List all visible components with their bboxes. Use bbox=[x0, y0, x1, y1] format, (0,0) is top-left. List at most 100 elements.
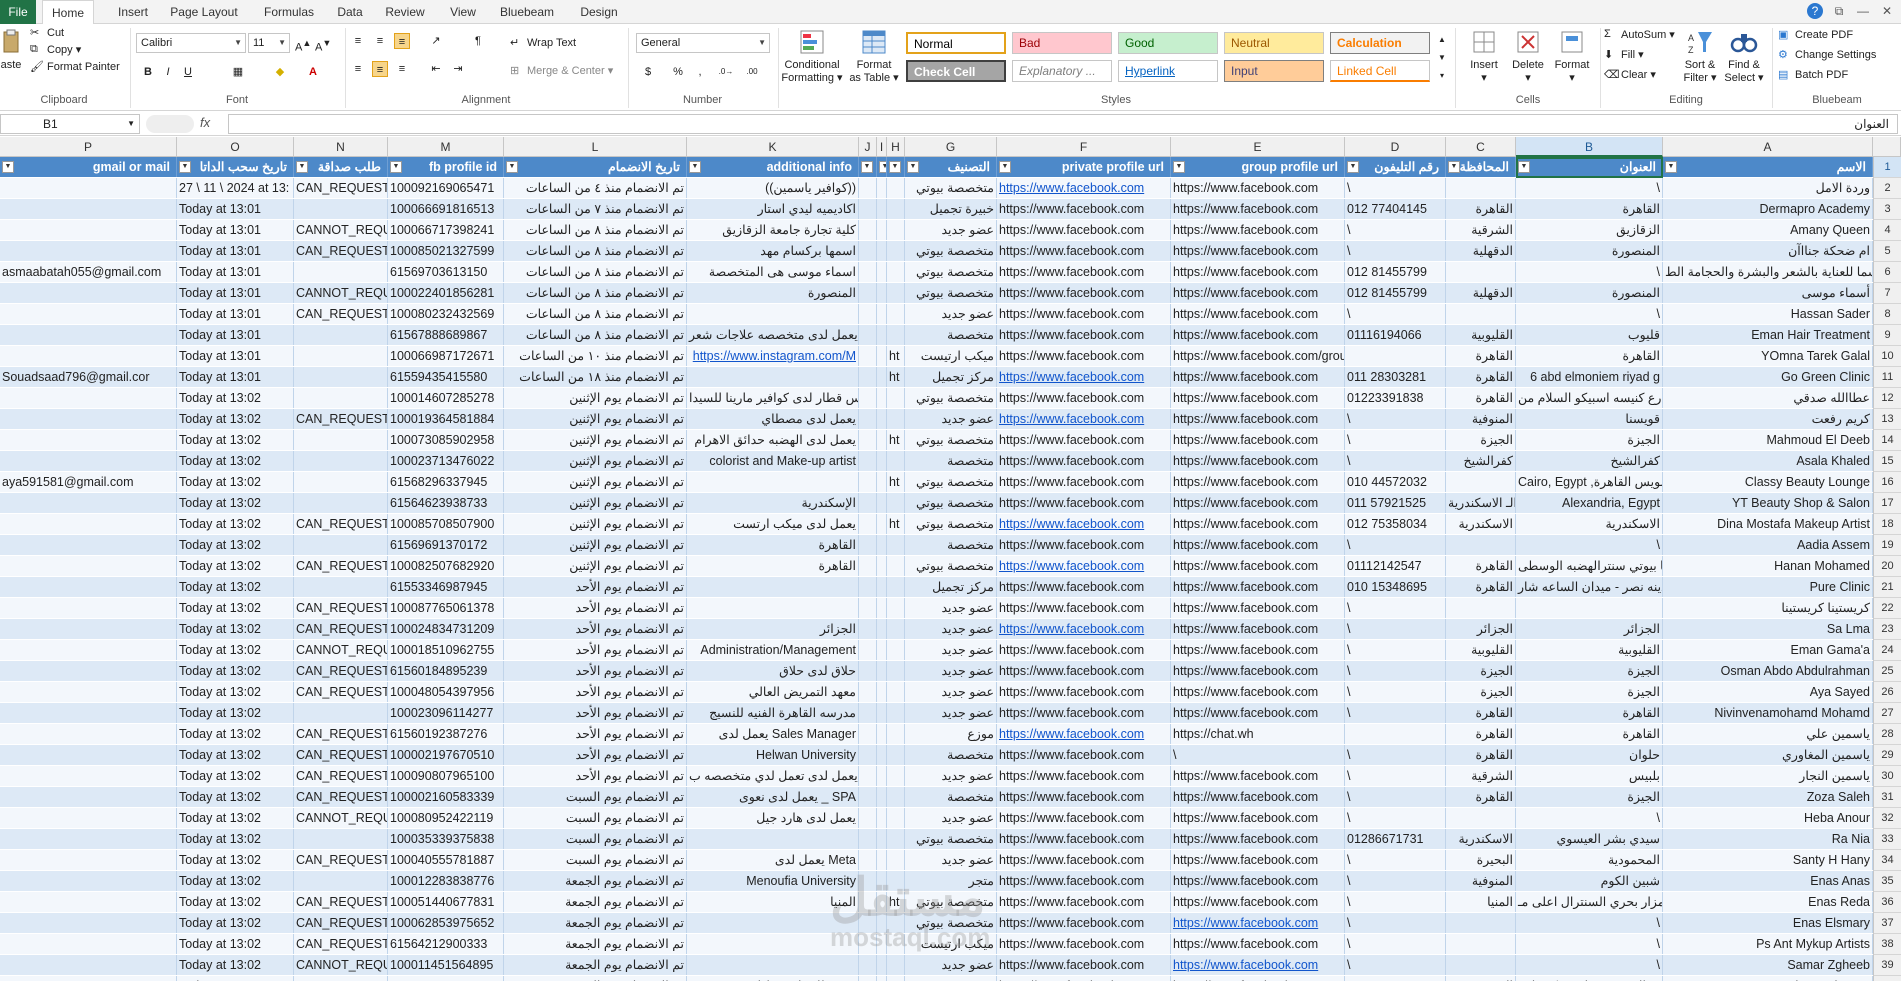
cell-c[interactable]: القاهرة bbox=[1446, 388, 1516, 408]
cell-k[interactable]: يعمل لدى مصطاي bbox=[687, 409, 859, 429]
cell-b[interactable] bbox=[1516, 598, 1663, 618]
cell-d[interactable]: \ bbox=[1345, 220, 1446, 240]
cell-b[interactable]: شارع التحرير بجوار شركة فارم bbox=[1516, 976, 1663, 981]
comma-button[interactable]: , bbox=[692, 64, 708, 80]
cell-e[interactable]: https://www.facebook.com bbox=[1171, 325, 1345, 345]
cell-o[interactable]: Today at 13:02 bbox=[177, 955, 294, 975]
cell-b[interactable]: نانا بيوتي سنترالهضبه الوسطى bbox=[1516, 556, 1663, 576]
header-cell-c[interactable]: المحافظة ▼ bbox=[1446, 157, 1516, 177]
cell-p[interactable] bbox=[0, 388, 177, 408]
cell-n[interactable]: CAN_REQUEST bbox=[294, 892, 388, 912]
cell-j[interactable] bbox=[859, 325, 877, 345]
column-header-k[interactable]: K bbox=[687, 137, 859, 157]
bold-button[interactable]: B bbox=[140, 64, 156, 80]
cell-g[interactable]: خبيرة تجميل bbox=[905, 199, 997, 219]
row-header[interactable]: 2 bbox=[1873, 178, 1901, 199]
cell-l[interactable]: تم الانضمام يوم السبت bbox=[504, 829, 687, 849]
cell-c[interactable]: المنوفية bbox=[1446, 871, 1516, 891]
cell-f[interactable]: https://www.facebook.com bbox=[997, 367, 1171, 387]
cell-n[interactable] bbox=[294, 472, 388, 492]
cell-e[interactable]: https://www.facebook.com bbox=[1171, 430, 1345, 450]
cell-a[interactable]: Nivinvenamohamd Mohamd bbox=[1663, 703, 1873, 723]
cell-g[interactable]: مركز تجميل bbox=[905, 367, 997, 387]
cell-l[interactable]: تم الانضمام يوم الإثنين bbox=[504, 472, 687, 492]
cell-k[interactable]: اكاديميه ليدي استار bbox=[687, 199, 859, 219]
cell-g[interactable]: متخصصة بيوتي bbox=[905, 976, 997, 981]
cell-j[interactable] bbox=[859, 493, 877, 513]
header-cell-p[interactable]: gmail or mail ▼ bbox=[0, 157, 177, 177]
cell-h[interactable] bbox=[887, 577, 905, 597]
cell-a[interactable]: فرجينيا فرجينيا bbox=[1663, 976, 1873, 981]
column-header-l[interactable]: L bbox=[504, 137, 687, 157]
cell-h[interactable]: ht bbox=[887, 430, 905, 450]
column-header-o[interactable]: O bbox=[177, 137, 294, 157]
cell-p[interactable] bbox=[0, 619, 177, 639]
cell-o[interactable]: Today at 13:01 bbox=[177, 262, 294, 282]
row-header[interactable]: 29 bbox=[1873, 745, 1901, 766]
cell-i[interactable] bbox=[877, 850, 887, 870]
cell-i[interactable] bbox=[877, 430, 887, 450]
cell-p[interactable] bbox=[0, 409, 177, 429]
cell-k[interactable]: كلية تجارة جامعة الزقازيق bbox=[687, 220, 859, 240]
cell-o[interactable]: Today at 13:01 bbox=[177, 199, 294, 219]
cell-p[interactable] bbox=[0, 934, 177, 954]
style-bad[interactable]: Bad bbox=[1012, 32, 1112, 54]
cell-f[interactable]: https://www.facebook.com bbox=[997, 766, 1171, 786]
cell-e[interactable]: https://www.facebook.com bbox=[1171, 787, 1345, 807]
cell-g[interactable]: متخصصة bbox=[905, 451, 997, 471]
cell-j[interactable] bbox=[859, 472, 877, 492]
cell-e[interactable]: https://www.facebook.com bbox=[1171, 619, 1345, 639]
cell-a[interactable]: ام ضحكة جنااآن bbox=[1663, 241, 1873, 261]
cell-g[interactable]: عضو جديد bbox=[905, 409, 997, 429]
name-box[interactable]: B1 ▼ bbox=[0, 114, 140, 134]
cell-o[interactable]: Today at 13:02 bbox=[177, 703, 294, 723]
cell-c[interactable] bbox=[1446, 304, 1516, 324]
cell-m[interactable]: 100012283838776 bbox=[388, 871, 504, 891]
cell-m[interactable]: 100023096114277 bbox=[388, 703, 504, 723]
cell-a[interactable]: Dermapro Academy bbox=[1663, 199, 1873, 219]
cell-l[interactable]: تم الانضمام يوم السبت bbox=[504, 787, 687, 807]
cell-p[interactable] bbox=[0, 556, 177, 576]
cell-f[interactable]: https://www.facebook.com bbox=[997, 661, 1171, 681]
fill-button[interactable]: ⬇ Fill ▾ bbox=[1604, 48, 1644, 62]
cell-a[interactable]: Pure Clinic bbox=[1663, 577, 1873, 597]
cell-l[interactable]: تم الانضمام يوم الجمعة bbox=[504, 976, 687, 981]
cell-p[interactable] bbox=[0, 199, 177, 219]
tab-view[interactable]: View bbox=[440, 0, 486, 24]
cell-d[interactable]: 012 81455799 bbox=[1345, 262, 1446, 282]
cell-c[interactable]: الجزائر bbox=[1446, 619, 1516, 639]
cell-f[interactable]: https://www.facebook.com bbox=[997, 430, 1171, 450]
cell-e[interactable]: https://www.facebook.com bbox=[1171, 535, 1345, 555]
cell-k[interactable]: المنيا bbox=[687, 892, 859, 912]
cell-p[interactable] bbox=[0, 787, 177, 807]
cell-c[interactable]: المنيا bbox=[1446, 892, 1516, 912]
cell-g[interactable]: عضو جديد bbox=[905, 640, 997, 660]
cell-f[interactable]: https://www.facebook.com bbox=[997, 955, 1171, 975]
cell-a[interactable]: عطاالله صدقي bbox=[1663, 388, 1873, 408]
cell-e[interactable]: https://www.facebook.com bbox=[1171, 808, 1345, 828]
cell-n[interactable]: CAN_REQUEST bbox=[294, 913, 388, 933]
cell-g[interactable]: عضو جديد bbox=[905, 955, 997, 975]
cell-h[interactable] bbox=[887, 871, 905, 891]
cell-c[interactable]: القليوبية bbox=[1446, 640, 1516, 660]
cell-b[interactable]: الجيزة bbox=[1516, 682, 1663, 702]
cell-i[interactable] bbox=[877, 346, 887, 366]
cell-a[interactable]: Hassan Sader bbox=[1663, 304, 1873, 324]
cell-j[interactable] bbox=[859, 619, 877, 639]
cell-b[interactable]: Alexandria, Egypt bbox=[1516, 493, 1663, 513]
header-cell-k[interactable]: additional info ▼ bbox=[687, 157, 859, 177]
cell-l[interactable]: تم الانضمام منذ ٨ من الساعات bbox=[504, 241, 687, 261]
cell-e[interactable]: https://www.facebook.com bbox=[1171, 913, 1345, 933]
cell-l[interactable]: تم الانضمام يوم الإثنين bbox=[504, 493, 687, 513]
cell-b[interactable]: \ bbox=[1516, 178, 1663, 198]
cell-c[interactable] bbox=[1446, 262, 1516, 282]
filter-dropdown-icon[interactable]: ▼ bbox=[999, 161, 1011, 173]
cell-i[interactable] bbox=[877, 241, 887, 261]
cell-n[interactable]: CANNOT_REQU bbox=[294, 640, 388, 660]
cell-a[interactable]: Ps Ant Mykup Artists bbox=[1663, 934, 1873, 954]
cell-h[interactable] bbox=[887, 178, 905, 198]
cell-h[interactable] bbox=[887, 556, 905, 576]
column-header-e[interactable]: E bbox=[1171, 137, 1345, 157]
cell-m[interactable]: 61560192387276 bbox=[388, 724, 504, 744]
cell-f[interactable]: https://www.facebook.com bbox=[997, 934, 1171, 954]
